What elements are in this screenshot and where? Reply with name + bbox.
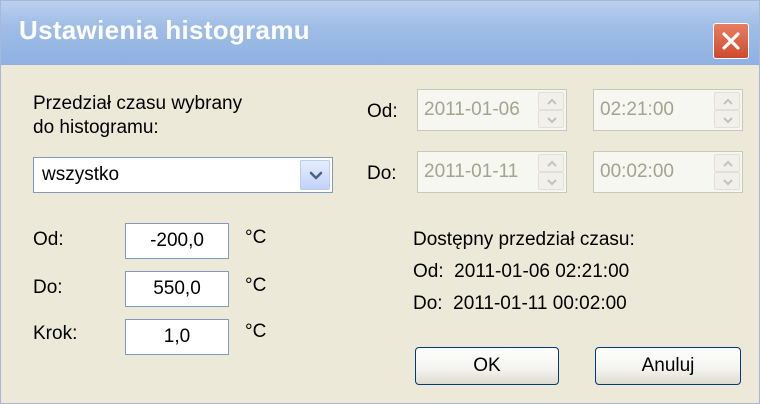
available-range-to: Do: 2011-01-11 00:02:00 bbox=[413, 293, 627, 314]
date-from-value: 2011-01-06 bbox=[424, 99, 520, 120]
range-select[interactable]: wszystko bbox=[33, 157, 333, 193]
spin-down-icon bbox=[723, 117, 733, 124]
spin-up-icon bbox=[723, 160, 733, 167]
title-bar[interactable]: Ustawienia histogramu bbox=[1, 1, 759, 65]
close-button[interactable] bbox=[713, 23, 749, 59]
temp-to-unit: °C bbox=[245, 275, 267, 296]
range-label: Przedział czasu wybrany bbox=[33, 93, 243, 114]
range-select-value: wszystko bbox=[42, 164, 120, 185]
date-from-label: Od: bbox=[367, 101, 398, 122]
time-to-spin-up[interactable] bbox=[714, 154, 740, 172]
date-to-picker[interactable]: 2011-01-11 bbox=[417, 151, 567, 193]
step-label: Krok: bbox=[33, 323, 78, 344]
spin-up-icon bbox=[723, 98, 733, 105]
date-from-spin-up[interactable] bbox=[538, 92, 564, 110]
available-range-from: Od: 2011-01-06 02:21:00 bbox=[413, 261, 630, 282]
time-to-spin-down[interactable] bbox=[714, 172, 740, 190]
spin-down-icon bbox=[547, 179, 557, 186]
range-label-line2: do histogramu: bbox=[33, 117, 159, 138]
time-to-value: 00:02:00 bbox=[600, 161, 674, 182]
close-icon bbox=[722, 32, 740, 50]
spin-up-icon bbox=[547, 160, 557, 167]
step-unit: °C bbox=[245, 321, 267, 342]
date-from-spin-down[interactable] bbox=[538, 110, 564, 128]
chevron-down-icon bbox=[309, 171, 323, 180]
time-to-spinner[interactable] bbox=[714, 154, 740, 190]
temp-to-input[interactable]: 550,0 bbox=[125, 271, 229, 307]
spin-down-icon bbox=[723, 179, 733, 186]
temp-from-input[interactable]: -200,0 bbox=[125, 223, 229, 259]
spin-up-icon bbox=[547, 98, 557, 105]
time-from-spin-down[interactable] bbox=[714, 110, 740, 128]
date-from-picker[interactable]: 2011-01-06 bbox=[417, 89, 567, 131]
spin-down-icon bbox=[547, 117, 557, 124]
window-title: Ustawienia histogramu bbox=[19, 15, 310, 45]
step-input[interactable]: 1,0 bbox=[125, 319, 229, 355]
date-to-spin-down[interactable] bbox=[538, 172, 564, 190]
temp-from-unit: °C bbox=[245, 227, 267, 248]
time-from-picker[interactable]: 02:21:00 bbox=[593, 89, 743, 131]
time-from-value: 02:21:00 bbox=[600, 99, 674, 120]
time-to-picker[interactable]: 00:02:00 bbox=[593, 151, 743, 193]
available-range-heading: Dostępny przedział czasu: bbox=[413, 229, 635, 250]
time-from-spin-up[interactable] bbox=[714, 92, 740, 110]
date-to-spinner[interactable] bbox=[538, 154, 564, 190]
date-from-spinner[interactable] bbox=[538, 92, 564, 128]
range-select-dropdown-button[interactable] bbox=[300, 160, 330, 190]
date-to-spin-up[interactable] bbox=[538, 154, 564, 172]
ok-button[interactable]: OK bbox=[415, 347, 559, 385]
cancel-button[interactable]: Anuluj bbox=[595, 347, 741, 385]
temp-from-label: Od: bbox=[33, 229, 64, 250]
date-to-label: Do: bbox=[367, 163, 397, 184]
histogram-settings-dialog: Ustawienia histogramu Przedział czasu wy… bbox=[0, 0, 760, 404]
date-to-value: 2011-01-11 bbox=[424, 161, 519, 182]
temp-to-label: Do: bbox=[33, 277, 63, 298]
time-from-spinner[interactable] bbox=[714, 92, 740, 128]
